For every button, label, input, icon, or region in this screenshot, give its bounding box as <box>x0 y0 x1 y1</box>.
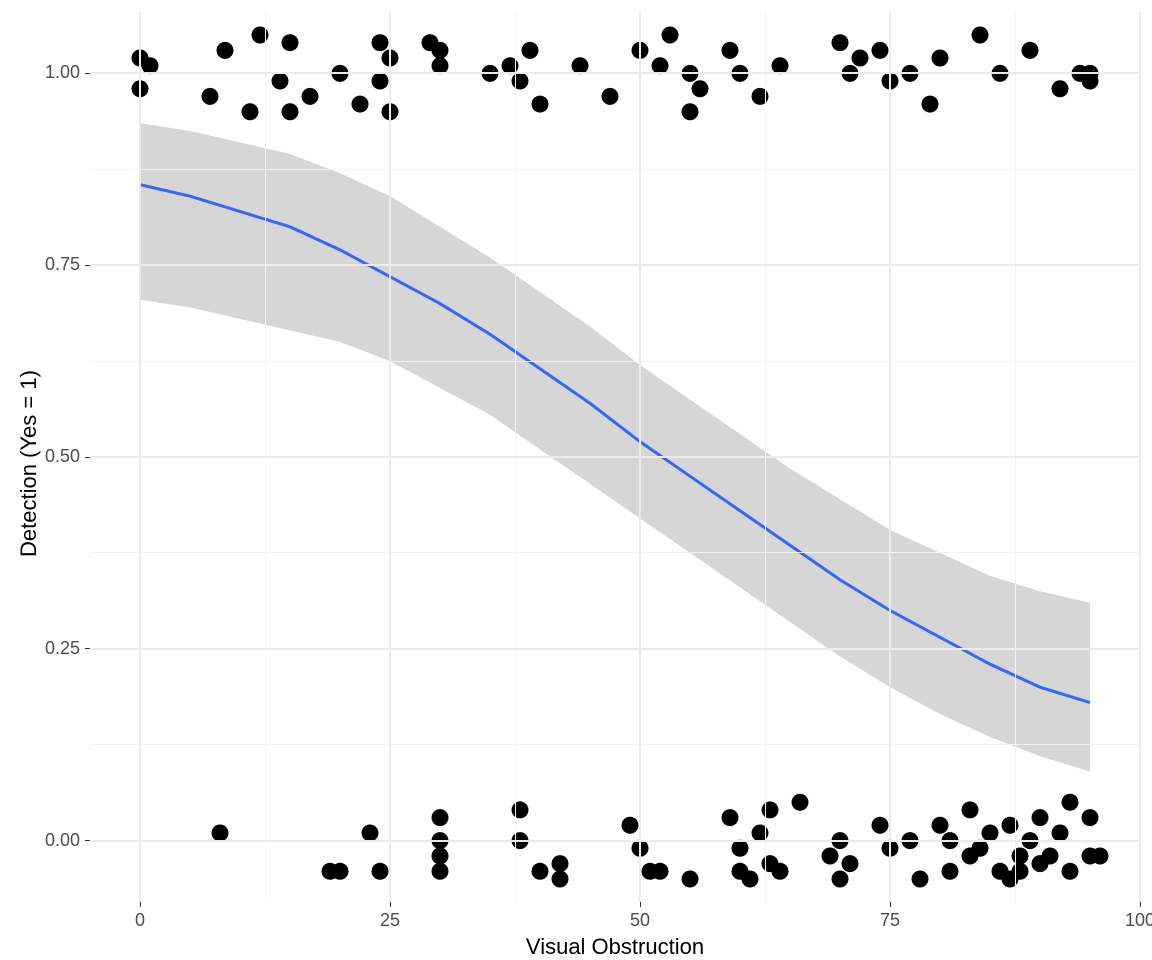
data-point <box>532 96 549 113</box>
data-point <box>522 42 539 59</box>
data-point <box>242 103 259 120</box>
data-point <box>662 27 679 44</box>
x-tick-label: 0 <box>120 910 160 931</box>
x-tick <box>640 902 641 907</box>
data-point <box>1082 809 1099 826</box>
data-point <box>932 817 949 834</box>
data-point <box>942 863 959 880</box>
y-tick <box>85 265 90 266</box>
data-point <box>972 840 989 857</box>
data-point <box>432 42 449 59</box>
data-point <box>822 847 839 864</box>
y-tick <box>85 73 90 74</box>
data-point <box>872 42 889 59</box>
data-point <box>432 863 449 880</box>
data-point <box>772 863 789 880</box>
gridline-h-major <box>90 840 1140 842</box>
data-point <box>602 88 619 105</box>
data-point <box>432 847 449 864</box>
data-point <box>972 27 989 44</box>
y-tick-label: 0.50 <box>45 446 80 467</box>
y-tick-label: 0.75 <box>45 254 80 275</box>
gridline-h-minor <box>90 169 1140 170</box>
data-point <box>832 870 849 887</box>
data-point <box>622 817 639 834</box>
y-tick <box>85 840 90 841</box>
data-point <box>692 80 709 97</box>
data-point <box>352 96 369 113</box>
data-point <box>722 42 739 59</box>
data-point <box>682 103 699 120</box>
data-point <box>217 42 234 59</box>
x-tick-label: 50 <box>620 910 660 931</box>
gridline-h-major <box>90 264 1140 266</box>
data-point <box>202 88 219 105</box>
data-point <box>272 73 289 90</box>
x-tick <box>890 902 891 907</box>
data-point <box>842 855 859 872</box>
x-tick <box>140 902 141 907</box>
data-point <box>752 88 769 105</box>
data-point <box>1062 863 1079 880</box>
data-point <box>962 801 979 818</box>
data-point <box>532 863 549 880</box>
y-tick-label: 0.00 <box>45 830 80 851</box>
data-point <box>372 34 389 51</box>
data-point <box>932 50 949 67</box>
data-point <box>1042 847 1059 864</box>
x-tick-label: 100 <box>1120 910 1152 931</box>
x-tick <box>390 902 391 907</box>
data-point <box>852 50 869 67</box>
y-tick-label: 0.25 <box>45 638 80 659</box>
data-point <box>872 817 889 834</box>
x-tick-label: 25 <box>370 910 410 931</box>
data-point <box>552 870 569 887</box>
data-point <box>652 863 669 880</box>
data-point <box>372 863 389 880</box>
x-tick-label: 75 <box>870 910 910 931</box>
data-point <box>1022 42 1039 59</box>
gridline-h-minor <box>90 552 1140 553</box>
chart-stage: Detection (Yes = 1) Visual Obstruction 0… <box>0 0 1152 960</box>
gridline-h-major <box>90 648 1140 650</box>
data-point <box>742 870 759 887</box>
data-point <box>922 96 939 113</box>
data-point <box>372 73 389 90</box>
gridline-h-major <box>90 456 1140 458</box>
data-point <box>302 88 319 105</box>
data-point <box>792 794 809 811</box>
gridline-h-major <box>90 72 1140 74</box>
data-point <box>432 809 449 826</box>
data-point <box>282 103 299 120</box>
data-point <box>332 863 349 880</box>
x-tick <box>1140 902 1141 907</box>
data-point <box>682 870 699 887</box>
data-point <box>1092 847 1109 864</box>
gridline-h-minor <box>90 361 1140 362</box>
confidence-ribbon <box>140 123 1090 771</box>
data-point <box>722 809 739 826</box>
data-point <box>1082 73 1099 90</box>
data-point <box>552 855 569 872</box>
data-point <box>1062 794 1079 811</box>
data-point <box>282 34 299 51</box>
data-point <box>1032 809 1049 826</box>
y-tick-label: 1.00 <box>45 62 80 83</box>
data-point <box>732 840 749 857</box>
y-tick <box>85 648 90 649</box>
gridline-h-minor <box>90 744 1140 745</box>
data-point <box>1052 80 1069 97</box>
y-tick <box>85 457 90 458</box>
data-point <box>832 34 849 51</box>
plot-svg <box>0 0 1152 960</box>
data-point <box>912 870 929 887</box>
data-point <box>1002 817 1019 834</box>
data-point <box>252 27 269 44</box>
